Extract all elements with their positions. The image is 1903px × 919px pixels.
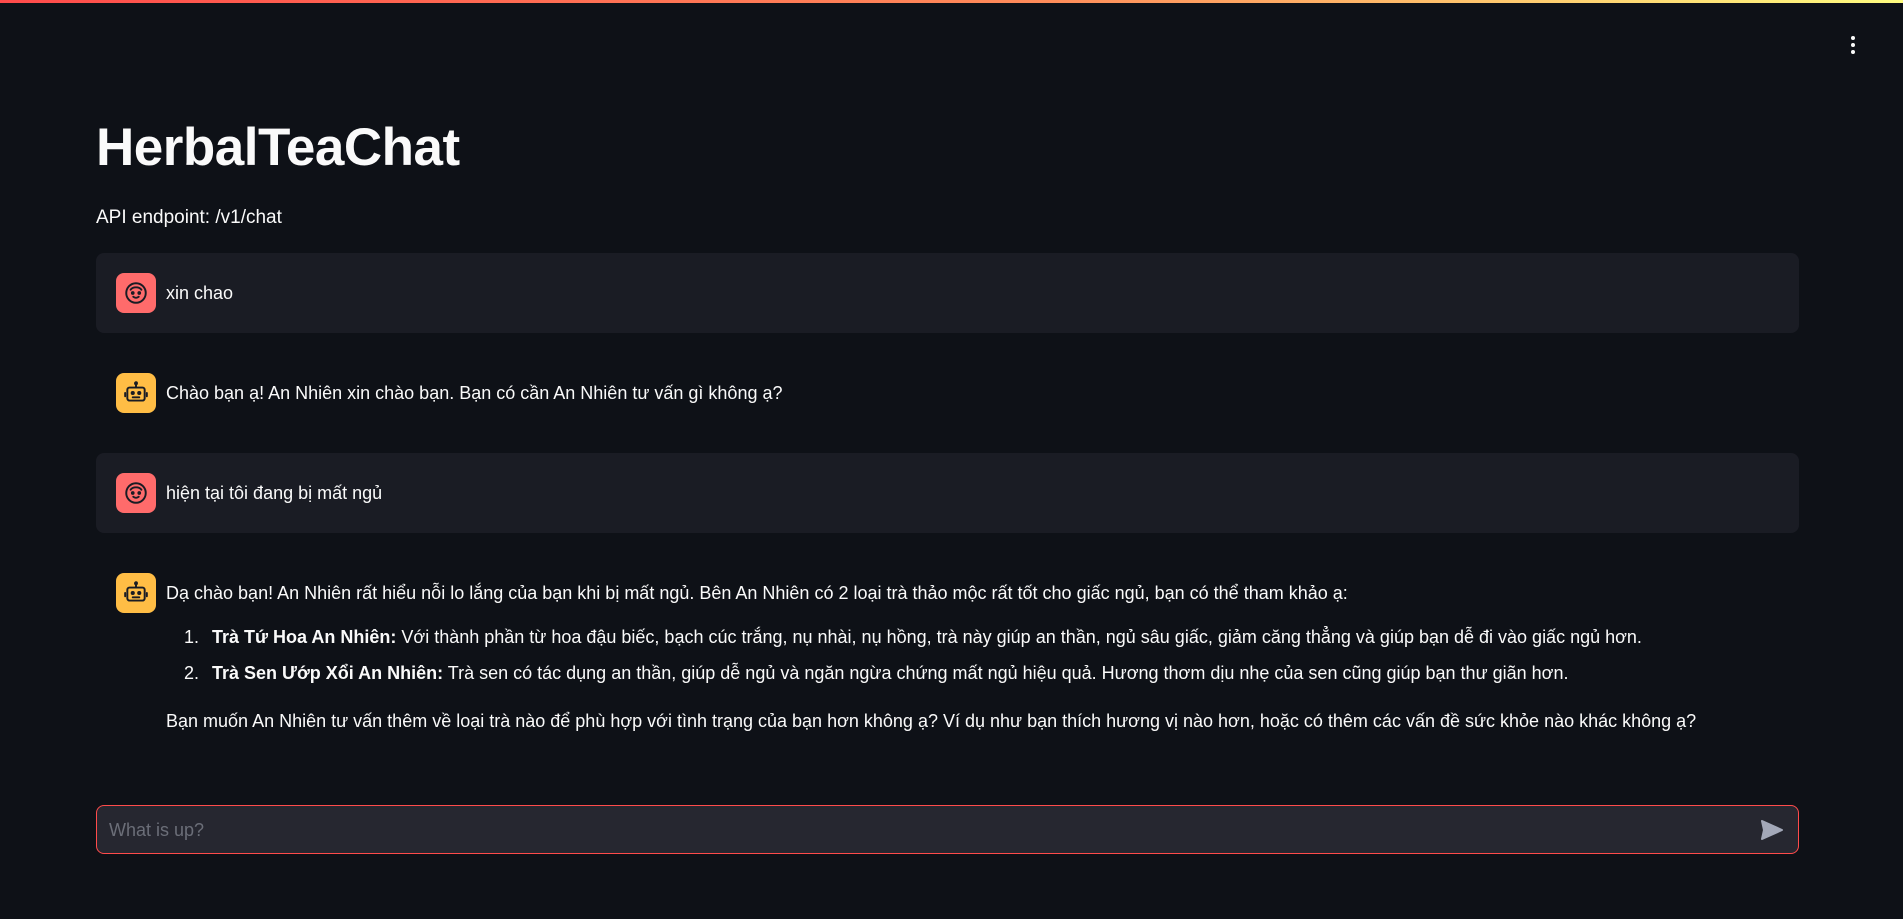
chat-message-assistant: Chào bạn ạ! An Nhiên xin chào bạn. Bạn c… xyxy=(96,353,1799,433)
robot-icon xyxy=(124,381,148,402)
user-avatar xyxy=(116,473,156,513)
message-text: hiện tại tôi đang bị mất ngủ xyxy=(166,483,383,503)
assistant-avatar xyxy=(116,573,156,613)
tea-description: Trà sen có tác dụng an thần, giúp dễ ngủ… xyxy=(443,663,1569,683)
user-avatar xyxy=(116,273,156,313)
list-item: Trà Tứ Hoa An Nhiên: Với thành phần từ h… xyxy=(204,624,1779,650)
message-outro: Bạn muốn An Nhiên tư vấn thêm về loại tr… xyxy=(166,711,1697,731)
message-text: xin chao xyxy=(166,283,234,303)
user-face-icon xyxy=(125,282,147,304)
send-button[interactable] xyxy=(1758,817,1786,843)
tea-description: Với thành phần từ hoa đậu biếc, bạch cúc… xyxy=(396,627,1642,647)
assistant-avatar xyxy=(116,373,156,413)
list-item: Trà Sen Ướp Xổi An Nhiên: Trà sen có tác… xyxy=(204,660,1779,686)
message-intro: Dạ chào bạn! An Nhiên rất hiểu nỗi lo lắ… xyxy=(166,583,1348,603)
tea-recommendation-list: Trà Tứ Hoa An Nhiên: Với thành phần từ h… xyxy=(166,624,1779,686)
tea-name: Trà Sen Ướp Xổi An Nhiên: xyxy=(212,663,444,683)
main-menu-button[interactable] xyxy=(1841,30,1865,60)
tea-name: Trà Tứ Hoa An Nhiên: xyxy=(212,627,397,647)
chat-message-user: xin chao xyxy=(96,253,1799,333)
api-endpoint-caption: API endpoint: /v1/chat xyxy=(96,207,282,228)
chat-input-box xyxy=(96,805,1799,855)
page-title: HerbalTeaChat xyxy=(96,118,460,177)
message-text: Chào bạn ạ! An Nhiên xin chào bạn. Bạn c… xyxy=(166,383,783,403)
send-arrow-icon xyxy=(1761,820,1783,840)
robot-icon xyxy=(124,581,148,602)
chat-message-user: hiện tại tôi đang bị mất ngủ xyxy=(96,453,1799,533)
main-content: HerbalTeaChat API endpoint: /v1/chat xin… xyxy=(96,0,1799,919)
user-face-icon xyxy=(125,482,147,504)
chat-message-assistant: Dạ chào bạn! An Nhiên rất hiểu nỗi lo lắ… xyxy=(96,553,1799,754)
chat-input[interactable] xyxy=(107,806,1731,855)
